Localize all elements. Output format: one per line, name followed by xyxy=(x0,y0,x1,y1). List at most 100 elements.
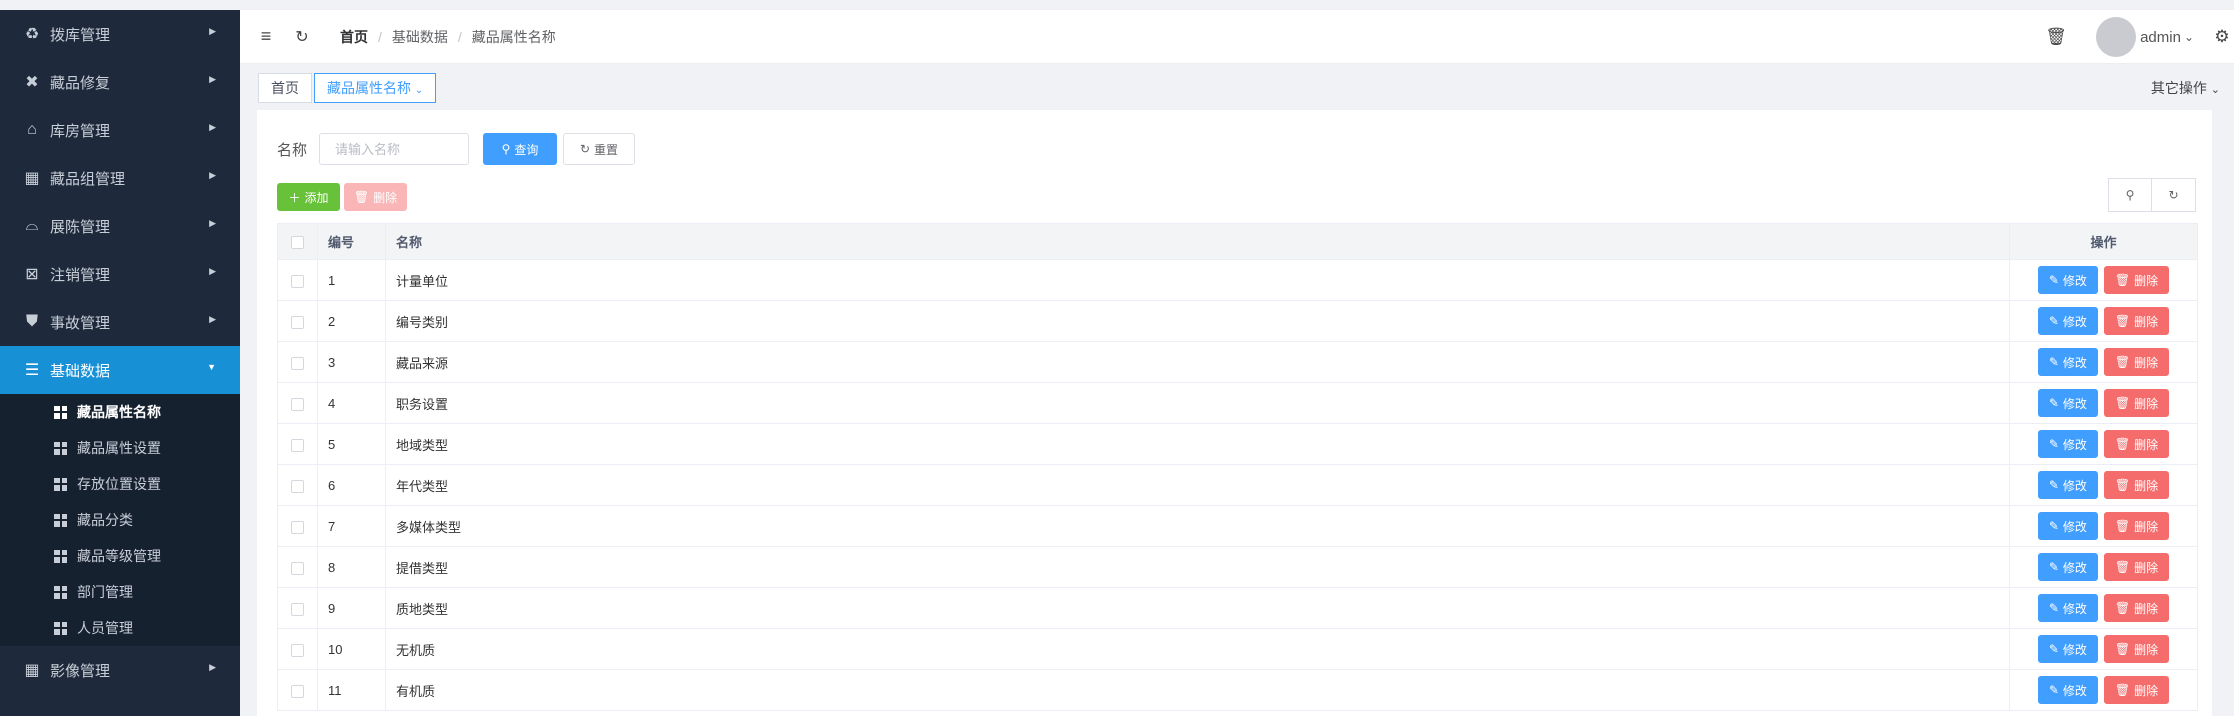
edit-button[interactable]: ✎ 修改 xyxy=(2037,594,2098,622)
sidebar-subitem-attribute-settings[interactable]: 藏品属性设置 xyxy=(0,430,240,466)
edit-button[interactable]: ✎ 修改 xyxy=(2037,676,2098,704)
edit-button[interactable]: ✎ 修改 xyxy=(2037,348,2098,376)
query-button[interactable]: ⚲ 查询 xyxy=(483,133,558,165)
row-name: 提借类型 xyxy=(385,546,2010,588)
delete-button[interactable]: 🗑 删除 xyxy=(2103,676,2170,704)
trash-icon: 🗑 xyxy=(2114,396,2131,410)
row-no: 10 xyxy=(317,628,386,670)
row-checkbox[interactable] xyxy=(291,643,304,657)
sidebar-subitem-attribute-name[interactable]: 藏品属性名称 xyxy=(0,394,240,430)
delete-button[interactable]: 🗑 删除 xyxy=(2103,348,2170,376)
row-checkbox[interactable] xyxy=(291,520,304,534)
tag-current[interactable]: 藏品属性名称 ⌄ xyxy=(314,73,437,103)
row-checkbox[interactable] xyxy=(291,397,304,411)
delete-button[interactable]: 🗑 删除 xyxy=(2103,389,2170,417)
sidebar-subitem-label: 藏品等级管理 xyxy=(77,548,161,564)
row-checkbox[interactable] xyxy=(291,479,304,493)
breadcrumb-home[interactable]: 首页 xyxy=(340,27,368,47)
row-checkbox[interactable] xyxy=(291,274,304,288)
sidebar-subitem-classification[interactable]: 藏品分类 xyxy=(0,502,240,538)
trash-icon: 🗑 xyxy=(2114,478,2131,492)
delete-button[interactable]: 🗑 删除 xyxy=(2103,594,2170,622)
row-checkbox[interactable] xyxy=(291,602,304,616)
row-checkbox[interactable] xyxy=(291,315,304,329)
row-actions: ✎ 修改 🗑 删除 xyxy=(2009,341,2198,383)
edit-button[interactable]: ✎ 修改 xyxy=(2037,471,2098,499)
sidebar-item-accident[interactable]: ⛊ 事故管理 ▶ xyxy=(0,298,240,346)
reset-button[interactable]: ↻ 重置 xyxy=(563,133,636,165)
name-search-input[interactable] xyxy=(319,133,470,165)
edit-button[interactable]: ✎ 修改 xyxy=(2037,307,2098,335)
batch-delete-button[interactable]: 🗑 删除 xyxy=(344,183,407,211)
other-ops-label: 其它操作 xyxy=(2150,80,2207,96)
sidebar-item-collection-group[interactable]: ▦ 藏品组管理 ▶ xyxy=(0,154,240,202)
sidebar-item-transfer[interactable]: ♻ 拨库管理 ▶ xyxy=(0,10,240,58)
other-ops-dropdown[interactable]: 其它操作 ⌄ xyxy=(2151,78,2220,98)
trash-icon[interactable]: 🗑 xyxy=(2045,27,2067,47)
breadcrumb-current: 藏品属性名称 xyxy=(471,28,556,45)
trash-icon: 🗑 xyxy=(2114,601,2131,615)
row-checkbox-cell xyxy=(277,300,318,342)
sidebar-subitem-department[interactable]: 部门管理 xyxy=(0,574,240,610)
sidebar-subitem-storage-location[interactable]: 存放位置设置 xyxy=(0,466,240,502)
row-checkbox-cell xyxy=(277,546,318,588)
gear-icon[interactable]: ⚙ xyxy=(2212,27,2232,47)
row-checkbox-cell xyxy=(277,382,318,424)
sidebar-item-basic-data[interactable]: ☰ 基础数据 ▼ xyxy=(0,346,240,394)
table-row: 3 藏品来源 ✎ 修改 🗑 删除 xyxy=(277,341,2198,383)
caret-right-icon: ▶ xyxy=(209,218,216,228)
trash-icon: 🗑 xyxy=(2114,437,2131,451)
row-checkbox[interactable] xyxy=(291,684,304,698)
delete-button[interactable]: 🗑 删除 xyxy=(2103,512,2170,540)
row-checkbox[interactable] xyxy=(291,561,304,575)
sidebar-item-cancellation[interactable]: ⊠ 注销管理 ▶ xyxy=(0,250,240,298)
username[interactable]: admin xyxy=(2140,29,2181,46)
delete-button[interactable]: 🗑 删除 xyxy=(2103,307,2170,335)
row-no: 11 xyxy=(317,669,386,711)
refresh-icon: ↻ xyxy=(579,142,591,156)
edit-button[interactable]: ✎ 修改 xyxy=(2037,430,2098,458)
delete-button[interactable]: 🗑 删除 xyxy=(2103,553,2170,581)
edit-button[interactable]: ✎ 修改 xyxy=(2037,635,2098,663)
tools-icon: ✖ xyxy=(25,74,39,91)
edit-button[interactable]: ✎ 修改 xyxy=(2037,553,2098,581)
chevron-down-icon[interactable]: ⌄ xyxy=(2184,30,2194,44)
edit-button[interactable]: ✎ 修改 xyxy=(2037,266,2098,294)
museum-icon: ⌓ xyxy=(25,217,39,234)
avatar[interactable] xyxy=(2096,17,2137,57)
submenu-basic-data: 藏品属性名称 藏品属性设置 存放位置设置 藏品分类 藏品等级管理 部门管理 人员… xyxy=(0,394,240,646)
delete-button[interactable]: 🗑 删除 xyxy=(2103,471,2170,499)
sidebar-item-label: 影像管理 xyxy=(50,662,111,680)
delete-button[interactable]: 🗑 删除 xyxy=(2103,635,2170,663)
delete-button[interactable]: 🗑 删除 xyxy=(2103,266,2170,294)
refresh-icon[interactable]: ↻ xyxy=(292,27,312,47)
trash-icon: 🗑 xyxy=(2114,560,2131,574)
hamburger-icon[interactable]: ≡ xyxy=(256,26,276,47)
row-actions: ✎ 修改 🗑 删除 xyxy=(2009,300,2198,342)
row-actions: ✎ 修改 🗑 删除 xyxy=(2009,628,2198,670)
edit-button[interactable]: ✎ 修改 xyxy=(2037,512,2098,540)
sidebar-subitem-label: 存放位置设置 xyxy=(77,476,161,492)
edit-button[interactable]: ✎ 修改 xyxy=(2037,389,2098,417)
caret-right-icon: ▶ xyxy=(209,26,216,36)
breadcrumb-separator: / xyxy=(457,28,462,45)
breadcrumb-basic-data[interactable]: 基础数据 xyxy=(392,27,448,47)
delete-button[interactable]: 🗑 删除 xyxy=(2103,430,2170,458)
refresh-icon[interactable]: ↻ xyxy=(2152,178,2196,212)
sidebar-item-warehouse[interactable]: ⌂ 库房管理 ▶ xyxy=(0,106,240,154)
row-checkbox[interactable] xyxy=(291,356,304,370)
row-no: 7 xyxy=(317,505,386,547)
tag-home[interactable]: 首页 xyxy=(258,73,312,103)
breadcrumb: 首页 / 基础数据 / 藏品属性名称 xyxy=(340,27,556,47)
sidebar-subitem-grade[interactable]: 藏品等级管理 xyxy=(0,538,240,574)
row-no: 2 xyxy=(317,300,386,342)
sidebar-subitem-personnel[interactable]: 人员管理 xyxy=(0,610,240,646)
sidebar-item-restoration[interactable]: ✖ 藏品修复 ▶ xyxy=(0,58,240,106)
grid-icon xyxy=(54,477,67,491)
search-toggle-icon[interactable]: ⚲ xyxy=(2108,178,2152,212)
sidebar-item-exhibition[interactable]: ⌓ 展陈管理 ▶ xyxy=(0,202,240,250)
select-all-checkbox[interactable] xyxy=(291,236,304,250)
row-checkbox[interactable] xyxy=(291,438,304,452)
add-button[interactable]: ＋ 添加 xyxy=(277,183,340,211)
sidebar-item-image[interactable]: ▦ 影像管理 ▶ xyxy=(0,646,240,694)
